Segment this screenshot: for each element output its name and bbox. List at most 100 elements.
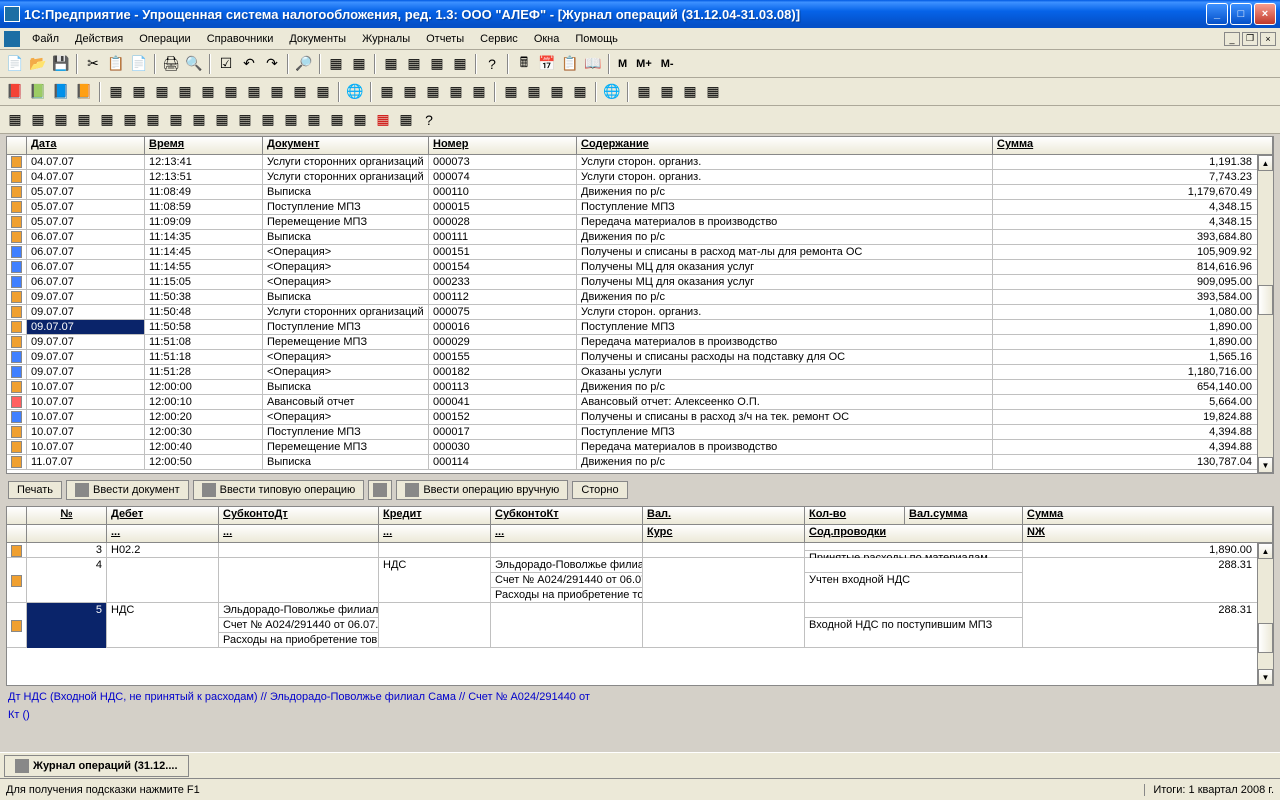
tb3-icon-4[interactable]: ▦: [73, 109, 95, 131]
tb2-icon-20[interactable]: ▦: [468, 81, 490, 103]
menu-journals[interactable]: Журналы: [354, 31, 418, 47]
print-icon[interactable]: 🖨: [160, 53, 182, 75]
detail-scroll-up-icon[interactable]: ▲: [1258, 543, 1273, 559]
detail-scrollbar[interactable]: ▲ ▼: [1257, 543, 1273, 685]
tool-icon-5[interactable]: ▦: [426, 53, 448, 75]
table-row[interactable]: 05.07.0711:08:49Выписка000110Движения по…: [7, 185, 1273, 200]
tb3-icon-10[interactable]: ▦: [211, 109, 233, 131]
tb2-icon-14[interactable]: ▦: [312, 81, 334, 103]
table-row[interactable]: 10.07.0712:00:30Поступление МПЗ000017Пос…: [7, 425, 1273, 440]
tb2-icon-19[interactable]: ▦: [445, 81, 467, 103]
scroll-up-icon[interactable]: ▲: [1258, 155, 1273, 171]
mem-m[interactable]: М: [614, 58, 631, 70]
tb2-icon-21[interactable]: ▦: [500, 81, 522, 103]
tb3-icon-18[interactable]: ▦: [395, 109, 417, 131]
tb2-icon-10[interactable]: ▦: [220, 81, 242, 103]
cut-icon[interactable]: ✂: [82, 53, 104, 75]
table-row[interactable]: 11.07.0712:00:50Выписка000114Движения по…: [7, 455, 1273, 470]
tb2-icon-4[interactable]: 📙: [73, 81, 95, 103]
dcol-kolvo[interactable]: Кол-во: [805, 507, 905, 524]
col-content[interactable]: Содержание: [577, 137, 993, 154]
table-row[interactable]: 06.07.0711:14:45<Операция>000151Получены…: [7, 245, 1273, 260]
operations-grid[interactable]: Дата Время Документ Номер Содержание Сум…: [6, 136, 1274, 474]
undo-icon[interactable]: ↶: [238, 53, 260, 75]
tb3-icon-13[interactable]: ▦: [280, 109, 302, 131]
col-time[interactable]: Время: [145, 137, 263, 154]
copy-icon[interactable]: 📋: [105, 53, 127, 75]
menu-documents[interactable]: Документы: [281, 31, 354, 47]
tb2-icon-25[interactable]: 🌐: [601, 81, 623, 103]
tb2-icon-23[interactable]: ▦: [546, 81, 568, 103]
storno-button[interactable]: Сторно: [572, 481, 627, 499]
table-row[interactable]: 09.07.0711:51:18<Операция>000155Получены…: [7, 350, 1273, 365]
enter-typical-button[interactable]: Ввести типовую операцию: [193, 480, 365, 500]
tb2-icon-5[interactable]: ▦: [105, 81, 127, 103]
detail-scroll-thumb[interactable]: [1258, 623, 1273, 653]
tb2-icon-6[interactable]: ▦: [128, 81, 150, 103]
save-icon[interactable]: 💾: [50, 53, 72, 75]
table-row[interactable]: 10.07.0712:00:10Авансовый отчет000041Ава…: [7, 395, 1273, 410]
tb3-icon-14[interactable]: ▦: [303, 109, 325, 131]
task-button[interactable]: Журнал операций (31.12....: [4, 755, 189, 777]
tb2-icon-16[interactable]: ▦: [376, 81, 398, 103]
dcol-subdt[interactable]: СубконтоДт: [219, 507, 379, 524]
detail-row[interactable]: 5НДСЭльдорадо-Поволжье филиалСчет № А024…: [7, 603, 1273, 648]
scroll-down-icon[interactable]: ▼: [1258, 457, 1273, 473]
dcol-val[interactable]: Вал.: [643, 507, 805, 524]
table-row[interactable]: 06.07.0711:14:55<Операция>000154Получены…: [7, 260, 1273, 275]
table-row[interactable]: 09.07.0711:50:38Выписка000112Движения по…: [7, 290, 1273, 305]
dcol-kredit[interactable]: Кредит: [379, 507, 491, 524]
enter-doc-button[interactable]: Ввести документ: [66, 480, 189, 500]
tb3-icon-1[interactable]: ▦: [4, 109, 26, 131]
table-row[interactable]: 04.07.0712:13:51Услуги сторонних организ…: [7, 170, 1273, 185]
tb3-icon-8[interactable]: ▦: [165, 109, 187, 131]
menu-file[interactable]: Файл: [24, 31, 67, 47]
open-icon[interactable]: 📂: [27, 53, 49, 75]
tb3-icon-15[interactable]: ▦: [326, 109, 348, 131]
detail-row[interactable]: 4НДСЭльдорадо-Поволжье филиалСчет № А024…: [7, 558, 1273, 603]
detail-grid[interactable]: № Дебет СубконтоДт Кредит СубконтоКт Вал…: [6, 506, 1274, 686]
new-icon[interactable]: 📄: [4, 53, 26, 75]
menu-service[interactable]: Сервис: [472, 31, 526, 47]
close-button[interactable]: ×: [1254, 3, 1276, 25]
tool-icon-6[interactable]: ▦: [449, 53, 471, 75]
table-row[interactable]: 04.07.0712:13:41Услуги сторонних организ…: [7, 155, 1273, 170]
toggle-icon[interactable]: ☑: [215, 53, 237, 75]
tb2-icon-18[interactable]: ▦: [422, 81, 444, 103]
dcol-sod[interactable]: Сод.проводки: [805, 525, 1023, 542]
table-row[interactable]: 09.07.0711:50:58Поступление МПЗ000016Пос…: [7, 320, 1273, 335]
mdi-restore[interactable]: ❐: [1242, 32, 1258, 46]
mem-mplus[interactable]: М+: [632, 58, 656, 70]
tb3-icon-9[interactable]: ▦: [188, 109, 210, 131]
tb2-icon-1[interactable]: 📕: [4, 81, 26, 103]
menu-actions[interactable]: Действия: [67, 31, 131, 47]
detail-scroll-down-icon[interactable]: ▼: [1258, 669, 1273, 685]
tb2-icon-26[interactable]: ▦: [633, 81, 655, 103]
help-icon[interactable]: ?: [481, 53, 503, 75]
find-icon[interactable]: 🔎: [293, 53, 315, 75]
temp-icon[interactable]: 📋: [559, 53, 581, 75]
dcol-debet[interactable]: Дебет: [107, 507, 219, 524]
col-num[interactable]: Номер: [429, 137, 577, 154]
tb2-icon-13[interactable]: ▦: [289, 81, 311, 103]
tb2-icon-11[interactable]: ▦: [243, 81, 265, 103]
calendar-icon[interactable]: 📅: [536, 53, 558, 75]
table-row[interactable]: 09.07.0711:51:28<Операция>000182Оказаны …: [7, 365, 1273, 380]
menu-operations[interactable]: Операции: [131, 31, 198, 47]
tb3-icon-2[interactable]: ▦: [27, 109, 49, 131]
menu-reports[interactable]: Отчеты: [418, 31, 472, 47]
redo-icon[interactable]: ↷: [261, 53, 283, 75]
col-doc[interactable]: Документ: [263, 137, 429, 154]
col-sum[interactable]: Сумма: [993, 137, 1273, 154]
tb2-icon-3[interactable]: 📘: [50, 81, 72, 103]
tb2-icon-8[interactable]: ▦: [174, 81, 196, 103]
tb2-icon-29[interactable]: ▦: [702, 81, 724, 103]
tb2-icon-12[interactable]: ▦: [266, 81, 288, 103]
maximize-button[interactable]: □: [1230, 3, 1252, 25]
tb3-icon-3[interactable]: ▦: [50, 109, 72, 131]
menu-help[interactable]: Помощь: [567, 31, 626, 47]
minimize-button[interactable]: _: [1206, 3, 1228, 25]
tool-icon-1[interactable]: ▦: [325, 53, 347, 75]
scrollbar[interactable]: ▲ ▼: [1257, 155, 1273, 473]
mdi-minimize[interactable]: _: [1224, 32, 1240, 46]
